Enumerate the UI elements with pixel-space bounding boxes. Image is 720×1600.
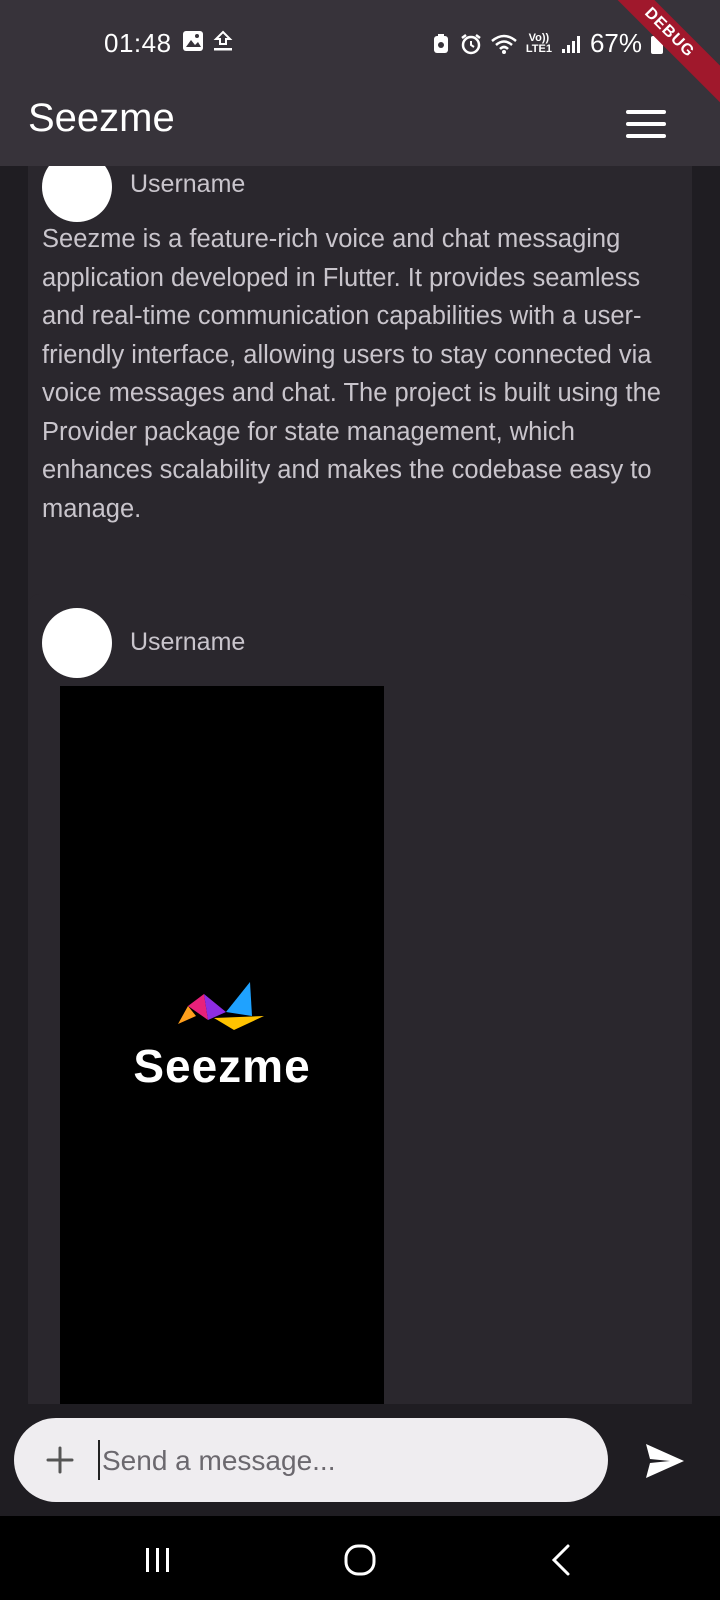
seezme-logo-mark [178, 982, 264, 1030]
volte-label-top: Vo)) [528, 31, 550, 44]
logo-text: Seezme [133, 1040, 311, 1092]
message-feed[interactable]: Username Seezme is a feature-rich voice … [0, 166, 720, 1404]
status-right-icons: Vo)) LTE1 67% [430, 28, 664, 59]
post-text: Seezme is a feature-rich voice and chat … [42, 225, 661, 523]
system-nav-bar [0, 1516, 720, 1600]
plus-icon[interactable] [40, 1440, 80, 1480]
app-title: Seezme [28, 96, 175, 140]
home-icon[interactable] [340, 1540, 380, 1580]
app-bar: Seezme [0, 90, 720, 166]
seezme-logo: Seezme [60, 976, 384, 1093]
battery-percent: 67% [589, 28, 642, 58]
message-input[interactable] [100, 1432, 584, 1490]
post-image[interactable]: Seezme [60, 686, 384, 1404]
recent-apps-icon[interactable] [138, 1540, 178, 1580]
message-composer [14, 1418, 608, 1502]
alarm-icon [461, 33, 481, 54]
status-bar: 01:48 Vo)) LTE1 67% [0, 0, 720, 90]
status-left-icons [182, 30, 234, 52]
status-time: 01:48 [104, 28, 172, 58]
volte-label-bottom: LTE1 [525, 42, 552, 55]
battery-saver-icon [433, 33, 448, 53]
avatar[interactable] [42, 166, 112, 222]
post-username: Username [130, 628, 246, 656]
signal-icon [561, 35, 580, 53]
volte-icon: Vo)) LTE1 [525, 31, 552, 55]
post-card: Username Seezme [28, 594, 692, 1404]
upload-icon [213, 30, 233, 51]
post-username: Username [130, 170, 246, 198]
send-icon[interactable] [640, 1436, 690, 1486]
avatar[interactable] [42, 608, 112, 678]
back-icon[interactable] [542, 1540, 582, 1580]
wifi-icon [491, 34, 517, 54]
image-icon [183, 31, 203, 51]
hamburger-menu-icon[interactable] [620, 100, 670, 150]
